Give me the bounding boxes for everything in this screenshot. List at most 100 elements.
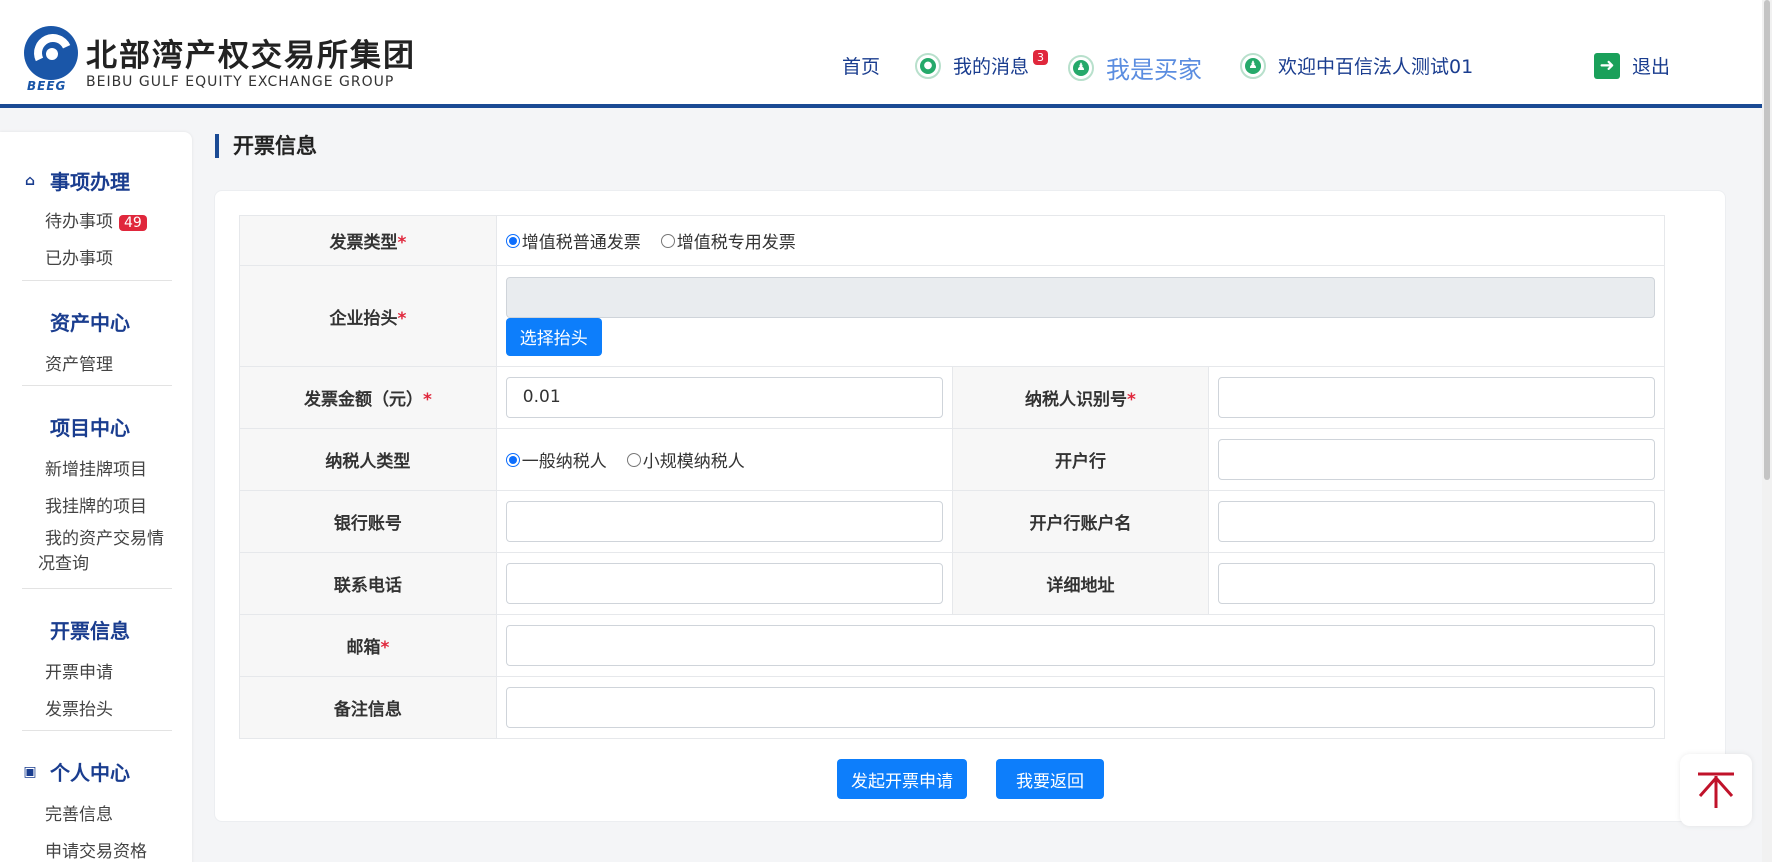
grid-icon — [22, 622, 38, 638]
bell-icon: ● — [915, 52, 941, 79]
sidebar-item-invoice-apply[interactable]: 开票申请 — [45, 658, 113, 683]
nav-role-switch[interactable]: ♟ 我是买家 — [1068, 50, 1202, 85]
messages-count-badge: 3 — [1033, 50, 1049, 65]
form-row: 邮箱* — [239, 614, 1666, 677]
company-title-label: 企业抬头* — [239, 265, 497, 367]
form-row: 银行账号 开户行账户名 — [239, 490, 1665, 553]
nav-messages-label: 我的消息 — [953, 56, 1030, 78]
logo-abbr: BEEG — [27, 79, 67, 93]
remark-input[interactable] — [505, 687, 1655, 728]
amount-label: 发票金额（元）* — [239, 366, 497, 429]
sidebar-group-projects[interactable]: 项目中心 — [22, 412, 130, 441]
sidebar-item-done[interactable]: 已办事项 — [45, 244, 113, 269]
amount-input[interactable]: 0.01 — [505, 377, 943, 418]
account-name-input[interactable] — [1218, 501, 1655, 542]
sidebar-item-my-listings[interactable]: 我挂牌的项目 — [45, 492, 147, 517]
phone-input[interactable] — [505, 563, 943, 604]
nav-messages-link[interactable]: ● 我的消息 3 — [915, 50, 1049, 79]
nav-home-link[interactable]: 首页 — [842, 52, 880, 79]
address-label: 详细地址 — [951, 552, 1210, 615]
sidebar-item-todo[interactable]: 待办事项 49 — [45, 207, 147, 232]
grid-icon — [22, 419, 38, 435]
bank-account-input[interactable] — [505, 501, 943, 542]
arrow-up-icon — [1698, 772, 1734, 808]
grid-icon — [22, 314, 38, 330]
taxpayer-type-label: 纳税人类型 — [239, 428, 497, 491]
sidebar-group-matters[interactable]: ⌂ 事项办理 — [22, 166, 130, 195]
sidebar-group-invoice[interactable]: 开票信息 — [22, 615, 130, 644]
sidebar-item-asset-management[interactable]: 资产管理 — [45, 350, 113, 375]
sidebar-group-assets[interactable]: 资产中心 — [22, 307, 130, 336]
sidebar-item-complete-info[interactable]: 完善信息 — [45, 800, 113, 825]
phone-label: 联系电话 — [239, 552, 497, 615]
taxpayer-type-radio-general[interactable] — [505, 452, 520, 467]
sidebar-divider — [22, 730, 172, 731]
sidebar-group-title: 开票信息 — [50, 619, 130, 643]
email-input[interactable] — [505, 625, 1655, 666]
company-title-input — [505, 276, 1655, 318]
back-button[interactable]: 我要返回 — [996, 759, 1104, 799]
invoice-type-option-label[interactable]: 增值税普通发票 — [522, 228, 641, 253]
submit-invoice-button[interactable]: 发起开票申请 — [837, 759, 967, 799]
account-name-label: 开户行账户名 — [951, 490, 1210, 553]
remark-label: 备注信息 — [239, 676, 497, 739]
logout-arrow-icon: ➜ — [1594, 52, 1620, 79]
form-row: 发票金额（元）* 0.01 纳税人识别号* — [239, 366, 1665, 429]
form-row: 备注信息 — [239, 676, 1666, 739]
address-input[interactable] — [1218, 563, 1655, 604]
choose-title-button[interactable]: 选择抬头 — [505, 317, 602, 356]
sidebar: ⌂ 事项办理 待办事项 49 已办事项 资产中心 资产管理 项目中心 新增挂牌项目… — [0, 132, 192, 862]
invoice-form-table: 发票类型* 增值税普通发票 增值税专用发票 企业抬头* 选择抬头 发票金额（元）… — [239, 215, 1666, 739]
sidebar-group-title: 事项办理 — [50, 170, 130, 194]
taxpayer-id-input[interactable] — [1218, 377, 1655, 418]
sidebar-group-title: 个人中心 — [50, 761, 130, 785]
invoice-type-radio-group: 增值税普通发票 增值税专用发票 — [505, 228, 1655, 253]
email-label: 邮箱* — [239, 614, 497, 677]
logo-english-name: BEIBU GULF EQUITY EXCHANGE GROUP — [86, 74, 395, 90]
sidebar-item-invoice-title[interactable]: 发票抬头 — [45, 695, 113, 720]
user-group-icon: ♟ — [1068, 54, 1094, 81]
sidebar-item-label: 待办事项 — [45, 212, 113, 232]
todo-count-badge: 49 — [119, 215, 147, 231]
logo-emblem-icon — [24, 26, 78, 80]
user-group-icon: ♟ — [1240, 52, 1266, 79]
invoice-type-radio-normal[interactable] — [505, 233, 520, 248]
taxpayer-type-radio-small[interactable] — [626, 452, 641, 467]
logout-label: 退出 — [1632, 56, 1671, 78]
top-header: BEEG 北部湾产权交易所集团 BEIBU GULF EQUITY EXCHAN… — [0, 0, 1764, 108]
logout-link[interactable]: ➜ 退出 — [1594, 52, 1670, 79]
back-to-top-button[interactable] — [1680, 754, 1752, 826]
sidebar-item-new-listing[interactable]: 新增挂牌项目 — [45, 455, 147, 480]
nav-welcome-user[interactable]: ♟ 欢迎中百信法人测试01 — [1240, 52, 1473, 79]
sidebar-item-apply-qualification[interactable]: 申请交易资格 — [45, 837, 147, 862]
form-row: 联系电话 详细地址 — [239, 552, 1665, 615]
bank-label: 开户行 — [951, 428, 1210, 491]
bank-account-label: 银行账号 — [239, 490, 497, 553]
contact-book-icon: ▣ — [23, 763, 37, 780]
scrollbar-thumb[interactable] — [1764, 0, 1770, 480]
form-row: 企业抬头* 选择抬头 — [239, 265, 1666, 367]
sidebar-divider — [22, 385, 172, 386]
sidebar-divider — [22, 588, 172, 589]
home-icon: ⌂ — [24, 172, 36, 189]
logo-chinese-name: 北部湾产权交易所集团 — [86, 38, 416, 74]
bank-input[interactable] — [1218, 439, 1655, 480]
nav-role-label: 我是买家 — [1106, 56, 1202, 84]
taxpayer-type-radio-group: 一般纳税人 小规模纳税人 — [505, 447, 943, 472]
taxpayer-id-label: 纳税人识别号* — [951, 366, 1210, 429]
sidebar-group-title: 资产中心 — [50, 311, 130, 335]
taxpayer-type-option-label[interactable]: 一般纳税人 — [522, 447, 607, 472]
sidebar-group-title: 项目中心 — [50, 416, 130, 440]
page-title: 开票信息 — [215, 134, 317, 158]
sidebar-group-personal[interactable]: ▣ 个人中心 — [22, 757, 130, 786]
invoice-type-radio-special[interactable] — [660, 233, 675, 248]
invoice-type-option-label[interactable]: 增值税专用发票 — [677, 228, 796, 253]
nav-welcome-label: 欢迎中百信法人测试01 — [1278, 56, 1474, 78]
taxpayer-type-option-label[interactable]: 小规模纳税人 — [643, 447, 745, 472]
form-row: 纳税人类型 一般纳税人 小规模纳税人 开户行 — [239, 428, 1665, 491]
sidebar-divider — [22, 280, 172, 281]
invoice-form-card: 发票类型* 增值税普通发票 增值税专用发票 企业抬头* 选择抬头 发票金额（元）… — [214, 190, 1726, 822]
brand-logo[interactable]: BEEG 北部湾产权交易所集团 BEIBU GULF EQUITY EXCHAN… — [24, 26, 424, 96]
sidebar-item-trade-query[interactable]: 我的资产交易情况查询 — [38, 527, 170, 577]
form-row: 发票类型* 增值税普通发票 增值税专用发票 — [239, 215, 1666, 266]
